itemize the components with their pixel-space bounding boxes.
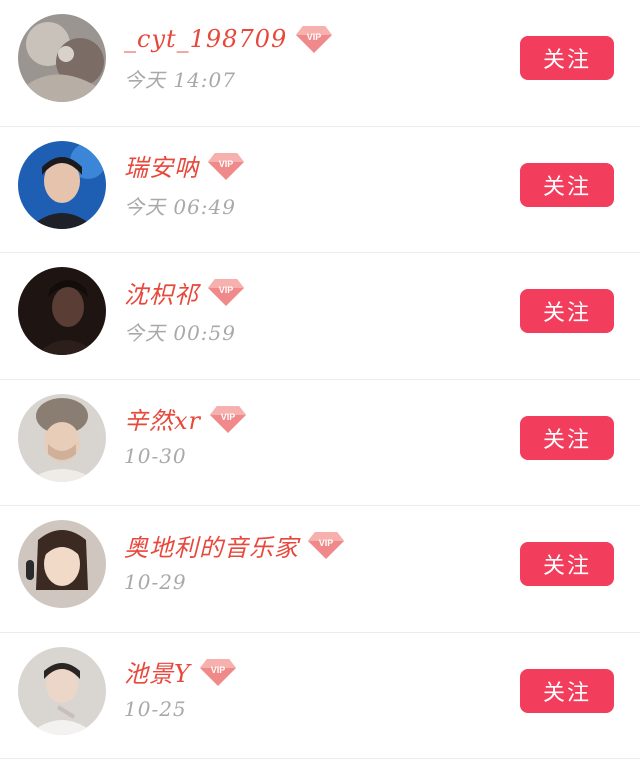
user-row[interactable]: 奥地利的音乐家 VIP 10-29 关注: [0, 506, 640, 633]
follow-button[interactable]: 关注: [520, 542, 614, 586]
user-row[interactable]: 辛然xr VIP 10-30 关注: [0, 380, 640, 507]
user-row[interactable]: _cyt_198709 VIP 今天 14:07 关注: [0, 0, 640, 127]
follow-time: 今天 14:07: [124, 64, 236, 93]
vip-diamond-icon: VIP: [209, 404, 247, 434]
follow-button[interactable]: 关注: [520, 163, 614, 207]
user-row[interactable]: 瑞安呐 VIP 今天 06:49 关注: [0, 127, 640, 254]
vip-diamond-icon: VIP: [199, 657, 237, 687]
name-line: _cyt_198709 VIP: [124, 22, 333, 56]
avatar[interactable]: [18, 520, 106, 608]
avatar[interactable]: [18, 14, 106, 102]
username[interactable]: 辛然xr: [124, 401, 201, 436]
username[interactable]: 池景Y: [124, 654, 191, 689]
vip-label: VIP: [307, 32, 322, 42]
vip-label: VIP: [219, 159, 234, 169]
avatar[interactable]: [18, 141, 106, 229]
vip-diamond-icon: VIP: [307, 530, 345, 560]
follow-time: 10-25: [124, 697, 187, 721]
name-line: 瑞安呐 VIP: [124, 149, 245, 183]
name-line: 辛然xr VIP: [124, 402, 247, 436]
name-line: 沈枳祁 VIP: [124, 275, 245, 309]
name-line: 池景Y VIP: [124, 655, 237, 689]
username[interactable]: 沈枳祁: [124, 275, 199, 310]
vip-diamond-icon: VIP: [207, 277, 245, 307]
avatar[interactable]: [18, 647, 106, 735]
follow-button[interactable]: 关注: [520, 36, 614, 80]
name-line: 奥地利的音乐家 VIP: [124, 528, 345, 562]
avatar[interactable]: [18, 394, 106, 482]
user-row[interactable]: 池景Y VIP 10-25 关注: [0, 633, 640, 759]
vip-label: VIP: [211, 665, 226, 675]
follow-time: 10-30: [124, 444, 187, 468]
vip-diamond-icon: VIP: [295, 24, 333, 54]
follow-button[interactable]: 关注: [520, 669, 614, 713]
follow-button[interactable]: 关注: [520, 416, 614, 460]
avatar[interactable]: [18, 267, 106, 355]
follow-button[interactable]: 关注: [520, 289, 614, 333]
vip-label: VIP: [219, 285, 234, 295]
user-row[interactable]: 沈枳祁 VIP 今天 00:59 关注: [0, 253, 640, 380]
vip-diamond-icon: VIP: [207, 151, 245, 181]
follow-time: 10-29: [124, 570, 187, 594]
follow-time: 今天 00:59: [124, 317, 236, 346]
username[interactable]: _cyt_198709: [124, 25, 287, 53]
username[interactable]: 奥地利的音乐家: [124, 528, 299, 563]
vip-label: VIP: [319, 538, 334, 548]
vip-label: VIP: [221, 412, 236, 422]
username[interactable]: 瑞安呐: [124, 148, 199, 183]
user-list: _cyt_198709 VIP 今天 14:07 关注 瑞安呐: [0, 0, 640, 759]
follow-time: 今天 06:49: [124, 191, 236, 220]
